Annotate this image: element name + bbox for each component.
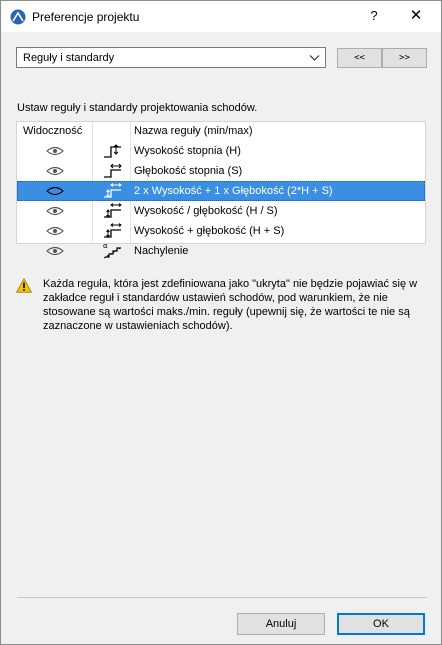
rule-name: Wysokość stopnia (H)	[134, 145, 241, 157]
riser-tread-sum-icon	[104, 223, 122, 238]
rule-name: 2 x Wysokość + 1 x Głębokość (2*H + S)	[134, 185, 333, 197]
eye-visibility-icon[interactable]	[46, 245, 64, 257]
slope-angle-icon: α	[103, 242, 123, 259]
rule-name: Wysokość / głębokość (H / S)	[134, 205, 278, 217]
riser-height-icon	[104, 144, 121, 158]
eye-visibility-icon[interactable]	[46, 205, 64, 217]
section-label: Ustaw reguły i standardy projektowania s…	[17, 102, 258, 114]
eye-visibility-icon[interactable]	[46, 165, 64, 177]
eye-visibility-icon[interactable]	[46, 185, 64, 197]
rule-name: Wysokość + głębokość (H + S)	[134, 225, 285, 237]
dropdown-value: Reguły i standardy	[23, 52, 115, 64]
eye-visibility-icon[interactable]	[46, 225, 64, 237]
table-row[interactable]: α Nachylenie	[17, 241, 425, 261]
footer-divider	[17, 597, 427, 598]
warning-icon	[16, 278, 32, 293]
help-button[interactable]: ?	[363, 5, 385, 27]
table-row[interactable]: 2 x Wysokość + 1 x Głębokość (2*H + S)	[17, 181, 425, 201]
close-button[interactable]: ✕	[404, 5, 428, 27]
previous-page-button[interactable]: <<	[337, 48, 382, 68]
title-bar: Preferencje projektu ? ✕	[1, 1, 441, 32]
tread-depth-icon	[104, 163, 122, 178]
warning-message: Każda reguła, która jest zdefiniowana ja…	[43, 278, 418, 332]
dialog-window: Preferencje projektu ? ✕ Reguły i standa…	[0, 0, 442, 645]
next-page-button[interactable]: >>	[382, 48, 427, 68]
chevron-down-icon	[309, 55, 320, 61]
window-title: Preferencje projektu	[32, 10, 140, 24]
svg-text:α: α	[103, 242, 108, 250]
riser-tread-formula-icon	[104, 183, 122, 198]
archicad-app-icon	[10, 9, 26, 25]
cancel-button[interactable]: Anuluj	[237, 613, 325, 635]
header-rule-name[interactable]: Nazwa reguły (min/max)	[134, 125, 253, 137]
table-row[interactable]: Wysokość / głębokość (H / S)	[17, 201, 425, 221]
header-visibility[interactable]: Widoczność	[23, 125, 82, 137]
ok-button[interactable]: OK	[337, 613, 425, 635]
table-header: Widoczność Nazwa reguły (min/max)	[17, 122, 425, 140]
rule-name: Nachylenie	[134, 245, 189, 257]
rules-table: Widoczność Nazwa reguły (min/max) Wysoko…	[16, 121, 426, 259]
table-row[interactable]: Wysokość stopnia (H)	[17, 141, 425, 161]
table-row[interactable]: Wysokość + głębokość (H + S)	[17, 221, 425, 241]
table-row[interactable]: Głębokość stopnia (S)	[17, 161, 425, 181]
eye-visibility-icon[interactable]	[46, 145, 64, 157]
rule-name: Głębokość stopnia (S)	[134, 165, 243, 177]
page-select-dropdown[interactable]: Reguły i standardy	[16, 47, 326, 68]
riser-tread-ratio-icon	[104, 203, 122, 218]
